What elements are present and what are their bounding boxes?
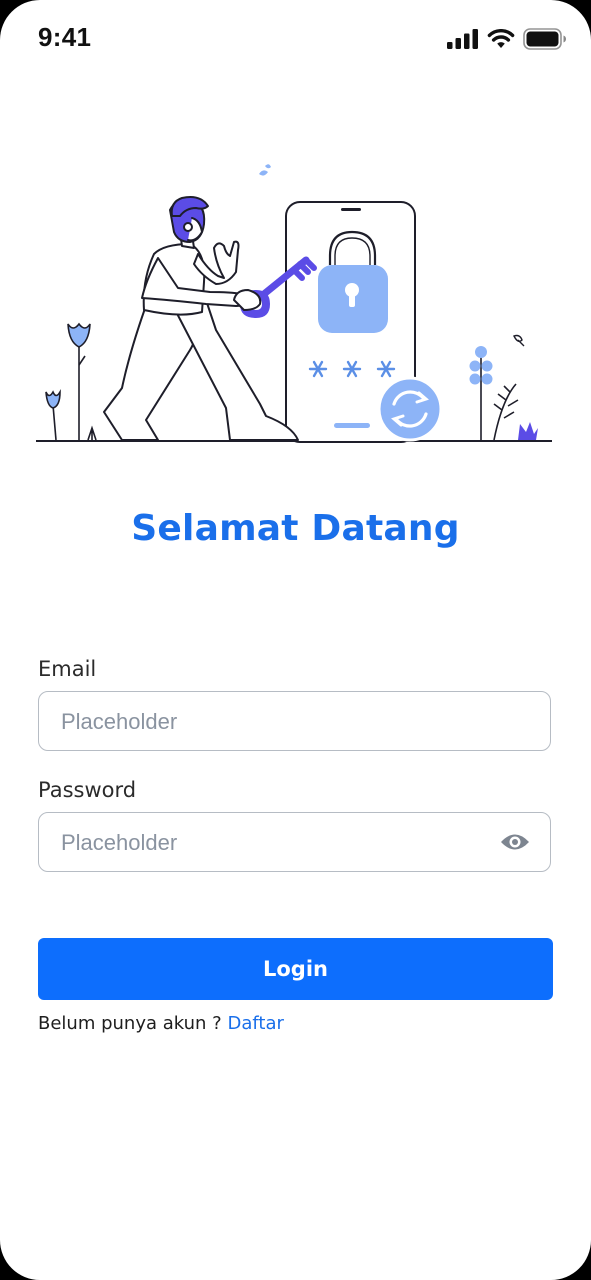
password-input-container[interactable] [38, 812, 551, 872]
password-input[interactable] [59, 813, 483, 872]
phone-illustration [285, 201, 443, 443]
email-label: Email [38, 657, 97, 681]
login-button[interactable]: Login [38, 938, 553, 1000]
password-label: Password [38, 778, 137, 802]
person-with-key-illustration [103, 196, 317, 441]
email-input[interactable] [59, 692, 483, 751]
register-link[interactable]: Daftar [227, 1013, 283, 1034]
register-prompt-text: Belum punya akun ? [38, 1013, 222, 1034]
status-icons [447, 28, 567, 50]
cellular-signal-icon [447, 29, 478, 49]
login-security-illustration [36, 164, 552, 443]
login-screen: 9:41 Selamat Datang Email Placeholder Pa… [0, 0, 591, 1280]
status-bar: 9:41 [0, 0, 591, 80]
email-input-container[interactable] [38, 691, 551, 751]
plant-left-icon [45, 322, 97, 441]
battery-icon [523, 28, 566, 50]
status-time: 9:41 [38, 22, 92, 52]
wifi-icon [487, 29, 515, 48]
decorative-leaves [259, 164, 271, 176]
plant-right-icon [469, 346, 538, 441]
welcome-title: Selamat Datang [131, 508, 460, 549]
register-prompt-line: Belum punya akun ? Daftar [38, 1013, 284, 1034]
eye-icon[interactable] [500, 831, 530, 853]
